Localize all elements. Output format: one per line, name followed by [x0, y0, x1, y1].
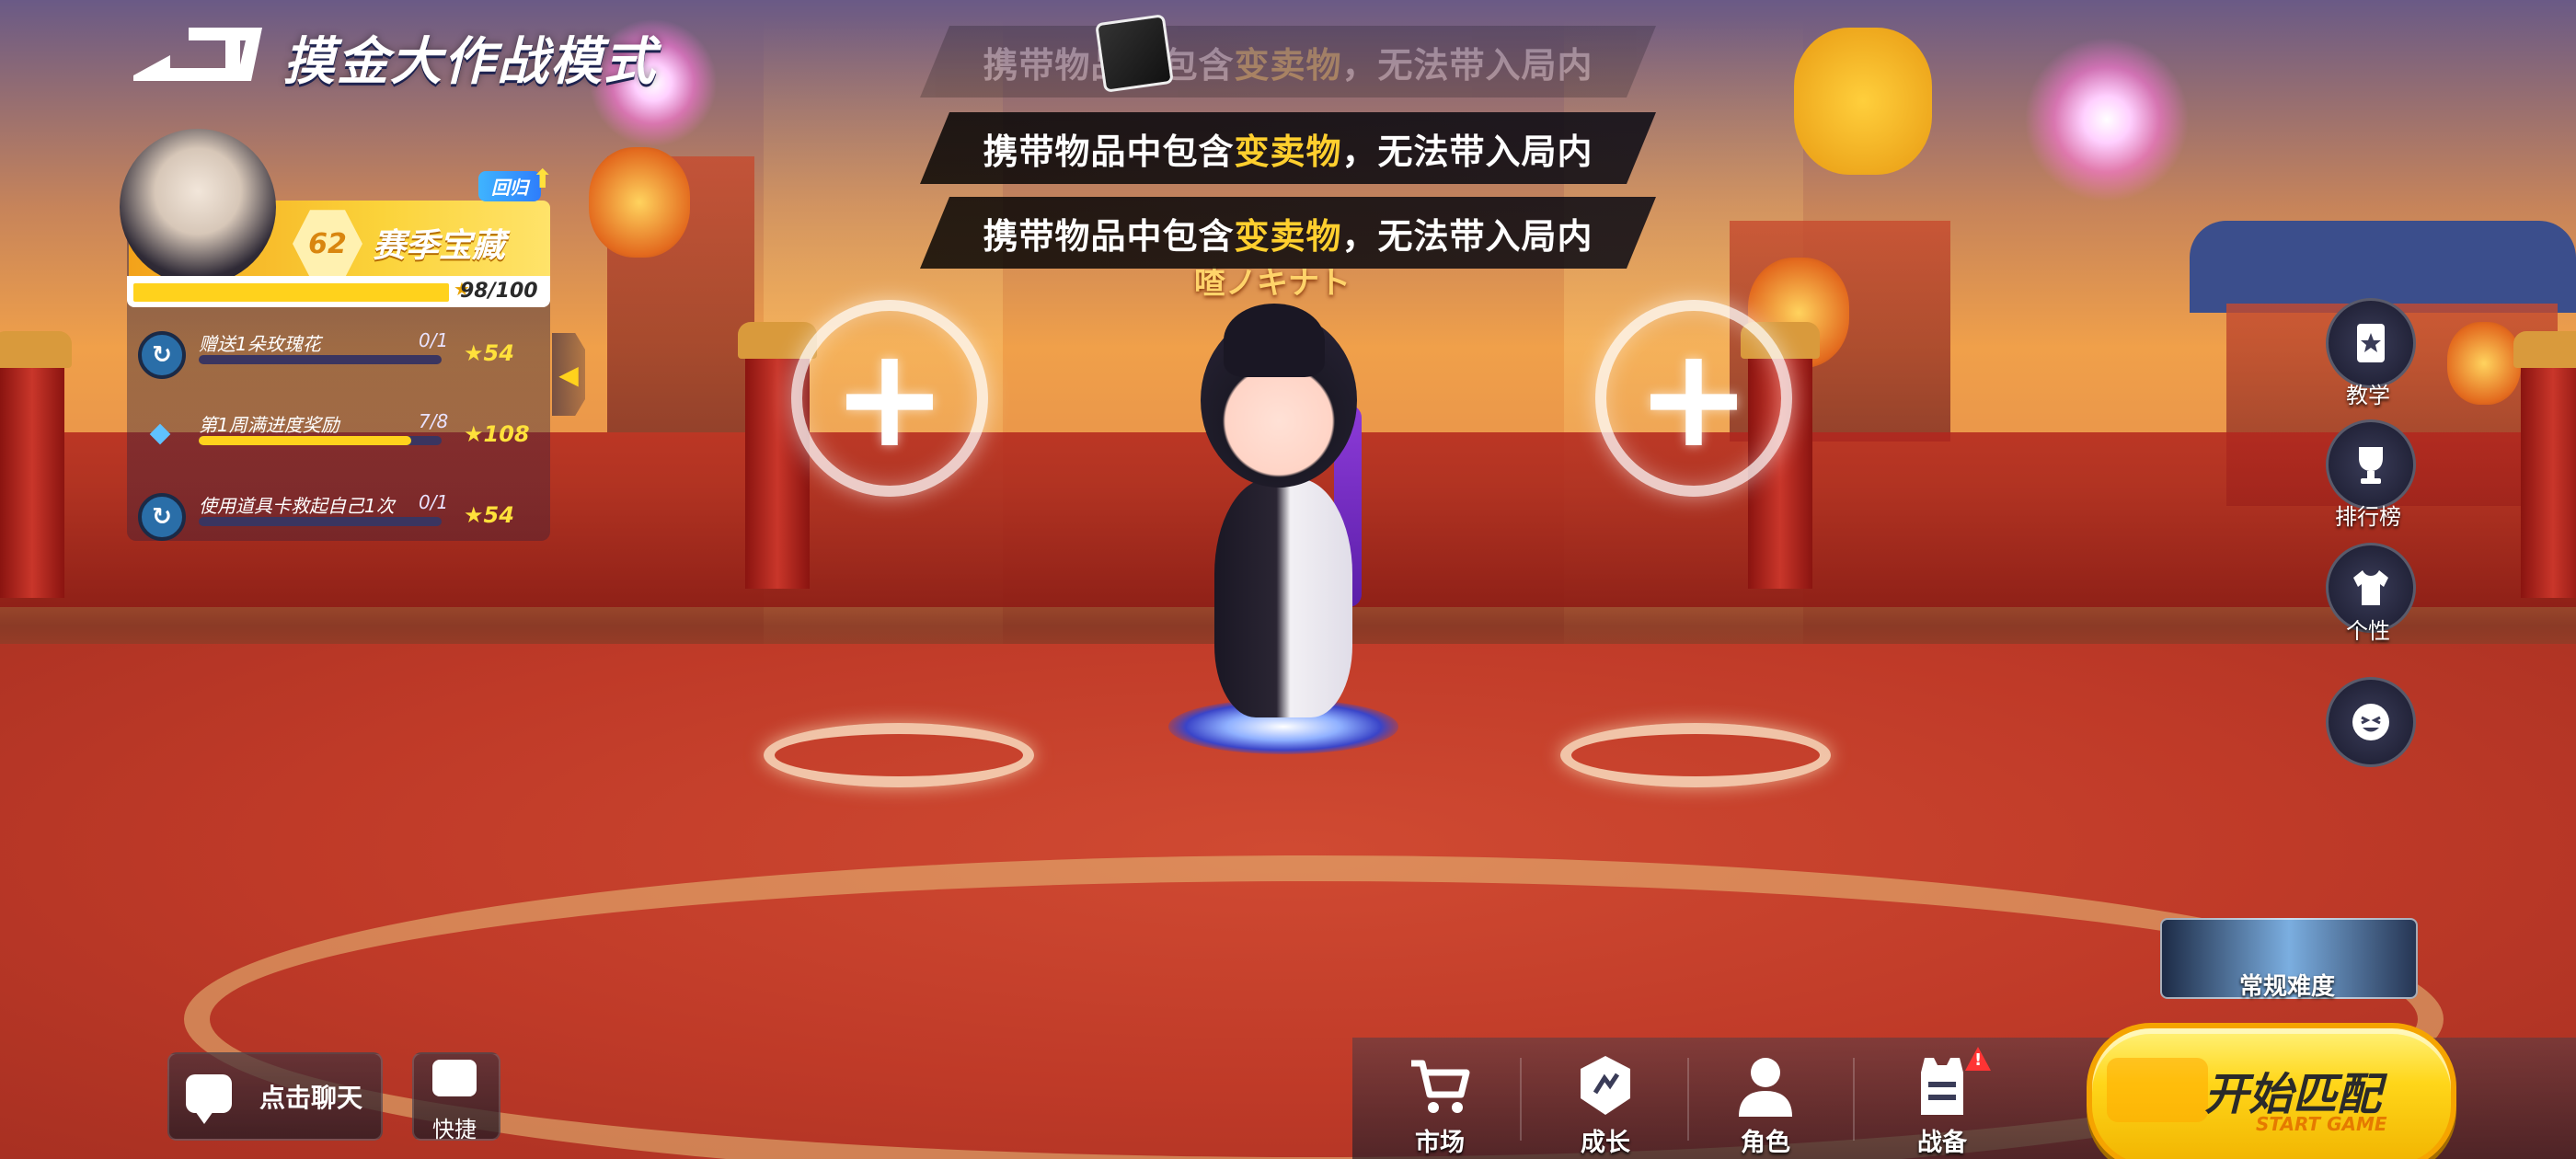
rail-post [0, 331, 72, 598]
toast-text: ，无法带入局内 [1341, 44, 1593, 86]
notification-toast: 携带物品中包含变卖物，无法带入局内 [920, 112, 1656, 184]
task-reward: ★108 [464, 421, 530, 447]
nav-item-equipment[interactable]: 战备 [1864, 1038, 2020, 1159]
trophy-icon [2359, 447, 2383, 484]
up-arrow-icon: ⬆ [532, 164, 554, 194]
toast-text: 携带物品中包含 [983, 215, 1235, 257]
game-lobby-scene: 摸金大作战模式 回归 ⬆ 62 赛季宝藏 ★ 98/100 ↻ 赠送1朵玫瑰花 … [0, 0, 2576, 1159]
lantern [2447, 322, 2521, 405]
shirt-icon [2353, 570, 2388, 605]
character-hair [1224, 304, 1325, 377]
season-level: 62 [308, 227, 347, 260]
toast-highlight: 变卖物 [1234, 44, 1342, 86]
firework [2024, 37, 2190, 202]
leaderboard-button[interactable] [2326, 419, 2416, 510]
task-label: 使用道具卡救起自己1次 [199, 495, 395, 517]
lantern [589, 147, 690, 258]
toast-highlight: 变卖物 [1234, 215, 1342, 257]
nav-divider [1853, 1058, 1855, 1141]
task-progress-bar [199, 355, 442, 364]
emote-button[interactable] [2326, 677, 2416, 767]
plus-icon: + [1636, 318, 1752, 478]
controller-icon [2107, 1058, 2208, 1122]
nav-label: 成长 [1581, 1129, 1630, 1157]
chevron-left-icon: ◀ [558, 359, 579, 390]
side-menu-label: 排行榜 [2335, 504, 2401, 530]
player-avatar[interactable] [120, 129, 276, 285]
task-item[interactable]: ↻ 赠送1朵玫瑰花 0/1 ★54 [138, 327, 543, 392]
teammate-slot-base [1560, 723, 1831, 787]
task-label: 赠送1朵玫瑰花 [199, 333, 321, 355]
collapse-panel-button[interactable]: ◀ [552, 333, 585, 416]
season-progress-text: 98/100 [460, 280, 538, 303]
nav-divider [1520, 1058, 1522, 1141]
side-menu-label: 个性 [2346, 618, 2390, 644]
rail-post [2513, 331, 2576, 598]
nav-item-character[interactable]: 角色 [1687, 1038, 1844, 1159]
chat-bubble-icon [186, 1074, 232, 1124]
alert-mark: ! [1974, 1050, 1983, 1070]
diamond-icon [149, 423, 171, 445]
cart-icon [1411, 1060, 1470, 1113]
toast-text: ，无法带入局内 [1341, 215, 1593, 257]
task-reward: ★54 [464, 340, 514, 366]
task-progress-fill [199, 436, 411, 445]
task-progress-bar [199, 436, 442, 445]
nav-label: 市场 [1415, 1129, 1465, 1157]
golden-horse-statue [1794, 28, 1932, 175]
refresh-icon[interactable]: ↻ [138, 493, 186, 541]
task-count: 0/1 [419, 329, 449, 351]
refresh-icon[interactable]: ↻ [138, 331, 186, 379]
task-reward-value: 54 [483, 502, 514, 528]
task-count: 7/8 [419, 410, 449, 432]
star-icon: ★ [464, 502, 484, 528]
quick-chat-label: 快捷 [432, 1117, 477, 1142]
tutorial-button[interactable] [2326, 298, 2416, 388]
season-treasure-title: 赛季宝藏 [373, 227, 506, 265]
task-reward: ★54 [464, 502, 514, 528]
task-reward-value: 54 [483, 340, 514, 366]
season-progress-bar [131, 281, 458, 304]
toast-text: ，无法带入局内 [1341, 131, 1593, 172]
task-item[interactable]: 第1周满进度奖励 7/8 ★108 [138, 408, 543, 473]
nav-label: 战备 [1917, 1129, 1967, 1157]
toast-text: 携带物品中包含 [983, 131, 1235, 172]
add-teammate-button[interactable]: + [1595, 300, 1792, 497]
chat-label: 点击聊天 [259, 1083, 363, 1113]
task-progress-bar [199, 517, 442, 526]
task-reward-value: 108 [483, 421, 530, 447]
teammate-slot-base [764, 723, 1034, 787]
add-teammate-button[interactable]: + [791, 300, 988, 497]
star-icon: ★ [464, 340, 484, 366]
side-menu-label: 教学 [2346, 383, 2390, 408]
nav-item-growth[interactable]: 成长 [1527, 1038, 1684, 1159]
task-count: 0/1 [419, 491, 449, 513]
difficulty-label: 常规难度 [2238, 973, 2335, 1001]
star-icon: ★ [464, 421, 484, 447]
notification-toast: 携带物品中包含变卖物，无法带入局内 [920, 26, 1656, 98]
alert-icon: ! [1965, 1047, 1991, 1071]
character-body[interactable] [1214, 478, 1352, 717]
task-item[interactable]: ↻ 使用道具卡救起自己1次 0/1 ★54 [138, 489, 543, 554]
tutorial-book-icon [2357, 324, 2385, 362]
person-icon [1739, 1058, 1792, 1117]
mode-title: 摸金大作战模式 [283, 32, 657, 92]
task-label: 第1周满进度奖励 [199, 414, 339, 436]
growth-icon [1581, 1056, 1630, 1115]
back-arrow-icon[interactable] [133, 28, 262, 81]
notification-toast: 携带物品中包含变卖物，无法带入局内 [920, 197, 1656, 269]
toast-highlight: 变卖物 [1234, 131, 1342, 172]
skull-badge-icon [1095, 14, 1174, 93]
nav-label: 角色 [1741, 1129, 1790, 1157]
plus-icon: + [832, 318, 948, 478]
emote-icon [2352, 704, 2389, 740]
start-match-sublabel: START GAME [2256, 1113, 2387, 1135]
quick-chat-icon [432, 1060, 477, 1096]
nav-item-market[interactable]: 市场 [1362, 1038, 1518, 1159]
season-progress-fill [133, 283, 449, 302]
